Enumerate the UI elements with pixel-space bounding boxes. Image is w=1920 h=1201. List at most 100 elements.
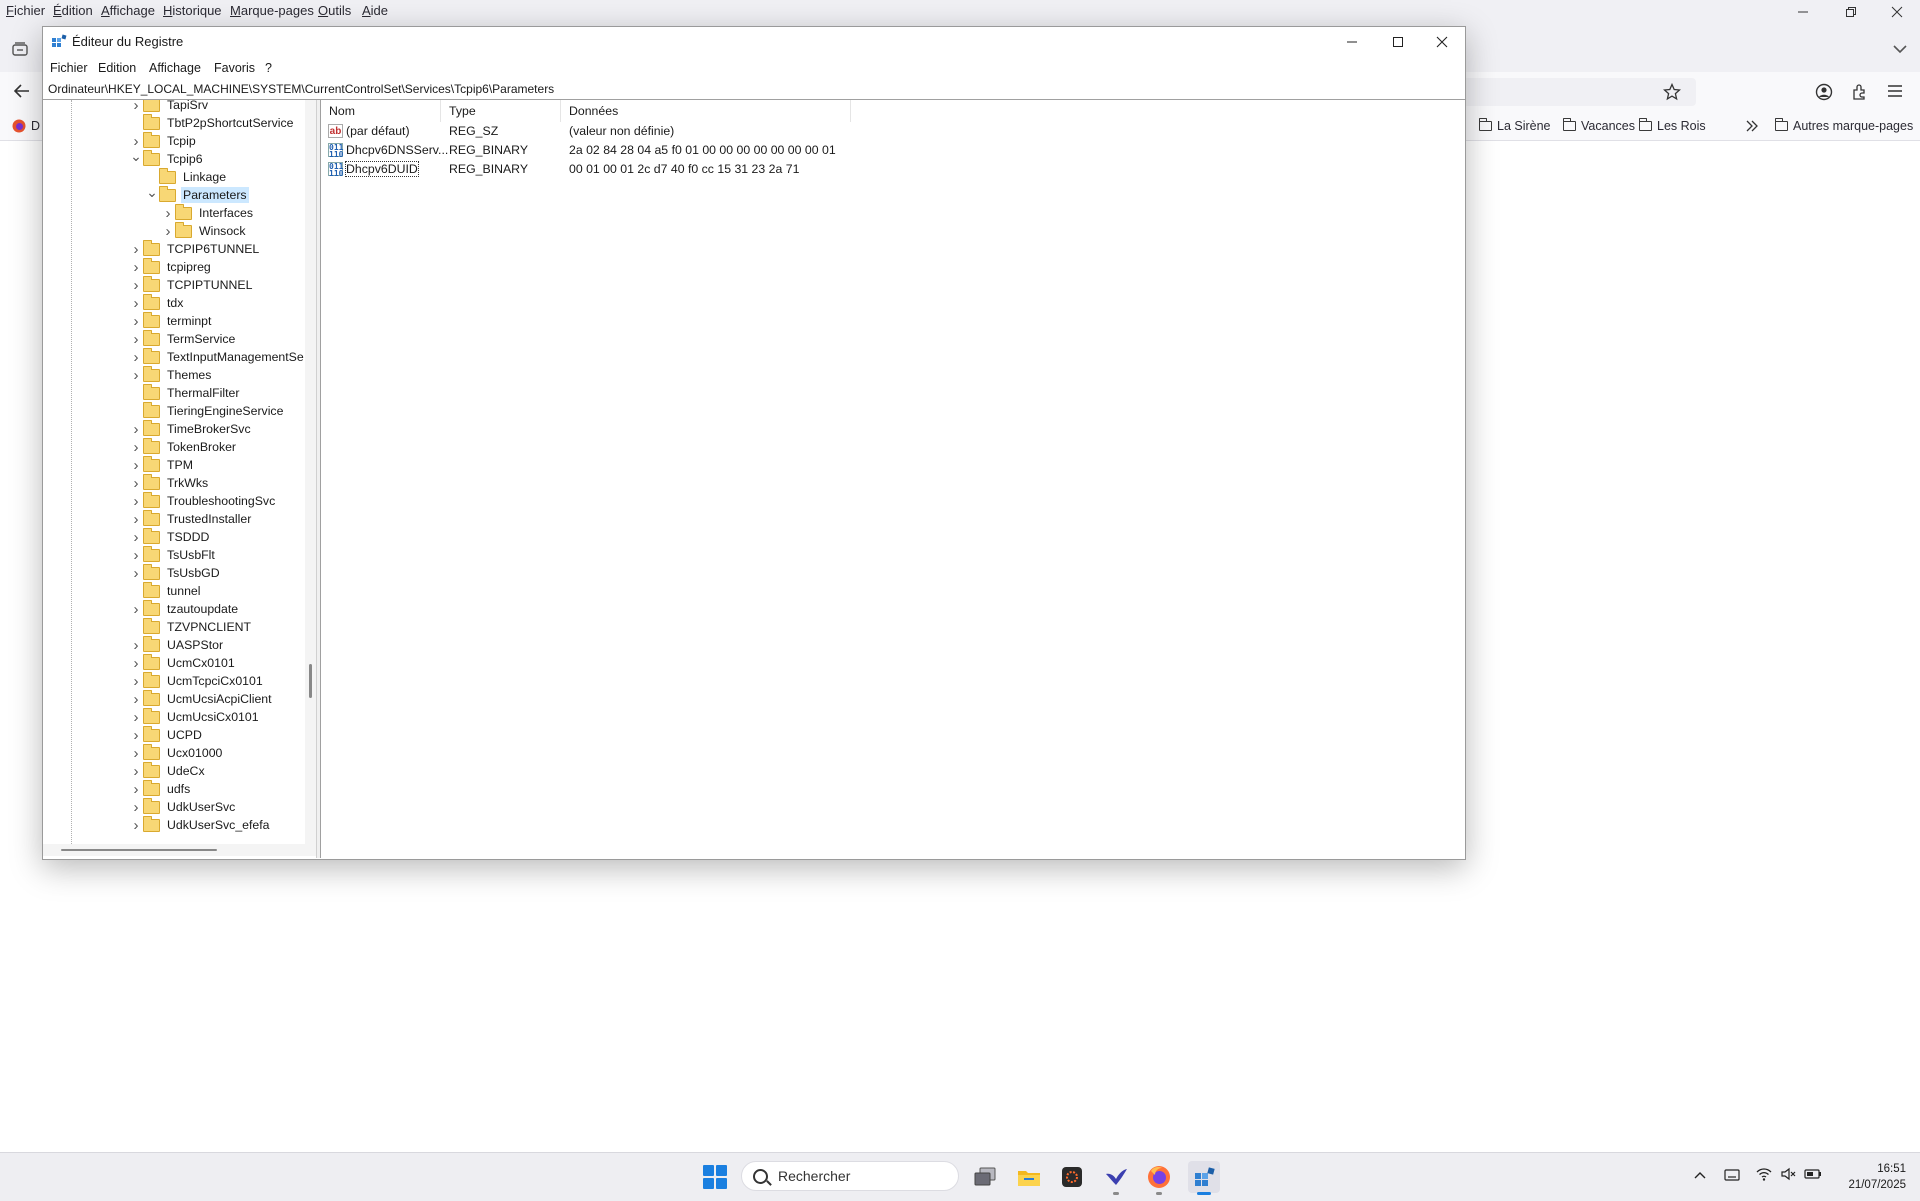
tree-node[interactable]: › TCPIPTUNNEL [129,275,254,294]
address-bar[interactable]: Ordinateur\HKEY_LOCAL_MACHINE\SYSTEM\Cur… [43,79,1465,100]
chevron-right-icon[interactable]: › [129,456,143,474]
tree-node[interactable]: tunnel [129,581,203,600]
scrollbar-thumb[interactable] [61,849,217,851]
taskbar-clock[interactable]: 16:51 21/07/2025 [1830,1161,1906,1193]
tree-node[interactable]: › TSDDD [129,527,211,546]
touch-keyboard-icon[interactable] [1724,1168,1740,1182]
chevron-right-icon[interactable]: › [129,744,143,762]
tree-node[interactable]: › tdx [129,293,185,312]
regedit-titlebar[interactable]: Éditeur du Registre [43,27,1465,57]
values-list-pane[interactable]: Nom Type Données ab (par défaut) REG_SZ … [321,100,1464,858]
tree-node[interactable]: › UdkUserSvc [129,797,237,816]
browser-close-button[interactable] [1874,0,1920,24]
tree-node[interactable]: › UcmTcpciCx0101 [129,671,265,690]
chevron-right-icon[interactable]: › [129,330,143,348]
tree-node[interactable]: › UcmUcsiCx0101 [129,707,261,726]
tree-node[interactable]: › Winsock [161,221,247,240]
tree-node[interactable]: › TrkWks [129,473,210,492]
column-header-nom[interactable]: Nom [321,100,441,122]
chevron-right-icon[interactable]: › [129,780,143,798]
tree-node[interactable]: ⌄ Parameters [145,183,249,204]
show-hidden-icons-chevron-icon[interactable] [1694,1170,1706,1180]
browser-menu-fichier[interactable]: Fichier [6,3,45,18]
chevron-right-icon[interactable]: › [129,240,143,258]
tree-vertical-scrollbar[interactable] [305,100,316,844]
tree-node[interactable]: › UdkUserSvc_efefa [129,815,272,834]
tree-node[interactable]: › udfs [129,779,192,798]
tree-node[interactable]: › TsUsbGD [129,563,222,582]
tree-node[interactable]: › TCPIP6TUNNEL [129,239,261,258]
tree-node[interactable]: › TroubleshootingSvc [129,491,277,510]
app-menu-icon[interactable] [1887,84,1903,98]
regedit-maximize-button[interactable] [1375,27,1421,57]
tree-node[interactable]: › UcmCx0101 [129,653,237,672]
browser-menu-outils[interactable]: Outils [318,3,351,18]
tree-node[interactable]: › terminpt [129,311,213,330]
browser-menu-affichage[interactable]: Affichage [101,3,155,18]
tree-node[interactable]: TieringEngineService [129,401,285,420]
chevron-right-icon[interactable]: › [129,636,143,654]
chevron-right-icon[interactable]: › [129,510,143,528]
column-header-donnees[interactable]: Données [561,100,851,122]
tree-node[interactable]: › UCPD [129,725,204,744]
tree-node[interactable]: › TPM [129,455,195,474]
chevron-right-icon[interactable]: › [129,312,143,330]
tree-node[interactable]: › TermService [129,329,237,348]
chevron-right-icon[interactable]: › [129,528,143,546]
menu-fichier[interactable]: Fichier [50,61,88,75]
chevron-right-icon[interactable]: › [129,816,143,834]
tree-horizontal-scrollbar[interactable] [43,844,316,856]
browser-restore-button[interactable] [1828,0,1874,24]
browser-menu-marque-pages[interactable]: Marque-pages [230,3,314,18]
column-header-type[interactable]: Type [441,100,561,122]
chevron-right-icon[interactable]: › [129,492,143,510]
tree-node[interactable]: ThermalFilter [129,383,241,402]
browser-menu-historique[interactable]: Historique [163,3,222,18]
chevron-right-icon[interactable]: › [129,708,143,726]
tree-node[interactable]: › Interfaces [161,203,255,222]
volume-muted-icon[interactable] [1781,1167,1797,1181]
chevron-right-icon[interactable]: › [161,222,175,240]
regedit-taskbar-button[interactable] [1188,1161,1220,1195]
tree-node[interactable]: › TsUsbFlt [129,545,217,564]
tree-node[interactable]: › Ucx01000 [129,743,224,762]
file-explorer-button[interactable] [1013,1161,1045,1193]
regedit-close-button[interactable] [1419,27,1465,57]
chevron-right-icon[interactable]: › [129,100,143,114]
chevron-right-icon[interactable]: › [129,726,143,744]
value-row[interactable]: 011 110 Dhcpv6DUID REG_BINARY 00 01 00 01… [321,160,1221,179]
chevron-right-icon[interactable]: › [129,762,143,780]
tree-node[interactable]: › TimeBrokerSvc [129,419,253,438]
battery-icon[interactable] [1804,1168,1822,1180]
chevron-right-icon[interactable]: › [129,600,143,618]
tree-node[interactable]: › TextInputManagementSe [129,347,306,366]
chevron-right-icon[interactable]: › [129,546,143,564]
tree-node[interactable]: TZVPNCLIENT [129,617,253,636]
chevron-right-icon[interactable]: › [129,420,143,438]
menu-favoris[interactable]: Favoris [214,61,255,75]
chevron-right-icon[interactable]: › [161,204,175,222]
chevron-right-icon[interactable]: › [129,348,143,366]
chevron-right-icon[interactable]: › [129,276,143,294]
task-view-button[interactable] [969,1161,1001,1193]
bookmark-star-icon[interactable] [1663,83,1681,101]
chevron-right-icon[interactable]: › [129,366,143,384]
tree-node[interactable]: › tzautoupdate [129,599,240,618]
browser-menu-aide[interactable]: Aide [362,3,388,18]
tree-node[interactable]: › UdeCx [129,761,207,780]
value-row[interactable]: 011 110 Dhcpv6DNSServ... REG_BINARY 2a 02… [321,141,1221,160]
menu-help[interactable]: ? [265,61,272,75]
extensions-icon[interactable] [1851,83,1869,101]
app-button-bird[interactable] [1100,1161,1132,1195]
chevron-right-icon[interactable]: › [129,672,143,690]
chevron-right-icon[interactable]: › [129,690,143,708]
menu-edition[interactable]: Edition [98,61,136,75]
tree-node[interactable]: › UASPStor [129,635,225,654]
bookmark-firefox[interactable]: D [12,117,40,135]
chevron-down-icon[interactable]: ⌄ [129,147,143,165]
browser-menu-edition[interactable]: Édition [53,3,93,18]
bookmark-vacances[interactable]: Vacances [1562,117,1635,135]
chevron-down-icon[interactable]: ⌄ [145,183,159,201]
key-tree-pane[interactable]: › TapiSrv TbtP2pShortcutService › Tcpip ⌄ Tcpi… [43,100,316,858]
other-bookmarks[interactable]: Autres marque-pages [1774,117,1913,135]
